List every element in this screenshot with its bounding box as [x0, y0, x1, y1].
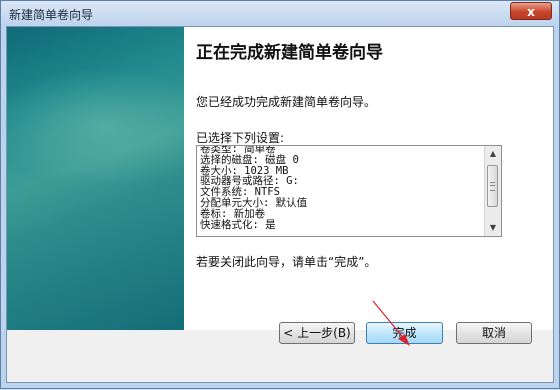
grip-icon	[490, 182, 495, 191]
close-instruction: 若要关闭此向导，请单击“完成”。	[196, 255, 377, 269]
wizard-content: 正在完成新建简单卷向导 您已经成功完成新建简单卷向导。 已选择下列设置: 卷类型…	[184, 27, 553, 330]
title-bar: 新建简单卷向导 x	[1, 1, 559, 25]
settings-label: 已选择下列设置:	[196, 131, 285, 145]
settings-line: 快速格式化: 是	[200, 218, 276, 231]
vertical-scrollbar[interactable]: ▲ ▼	[484, 146, 501, 236]
scroll-down-arrow-icon[interactable]: ▼	[485, 220, 501, 236]
settings-summary-box[interactable]: 卷类型: 简单卷 选择的磁盘: 磁盘 0 卷大小: 1023 MB 驱动器号或路…	[196, 145, 502, 237]
settings-line: 选择的磁盘: 磁盘 0	[200, 153, 299, 166]
close-button[interactable]: x	[510, 2, 552, 20]
page-title: 正在完成新建简单卷向导	[196, 43, 383, 63]
settings-list: 卷类型: 简单卷 选择的磁盘: 磁盘 0 卷大小: 1023 MB 驱动器号或路…	[200, 146, 480, 231]
wizard-side-banner	[0, 27, 217, 330]
scroll-thumb[interactable]	[487, 165, 498, 207]
success-message: 您已经成功完成新建简单卷向导。	[196, 95, 377, 109]
cancel-button[interactable]: 取消	[456, 322, 532, 344]
finish-button[interactable]: 完成	[366, 322, 443, 344]
scroll-up-arrow-icon[interactable]: ▲	[485, 146, 501, 162]
wizard-window: 新建简单卷向导 x 正在完成新建简单卷向导 您已经成功完成新建简单卷向导。 已选…	[0, 0, 560, 389]
settings-line: 卷标: 新加卷	[200, 207, 266, 220]
window-title: 新建简单卷向导	[9, 8, 94, 22]
back-button[interactable]: < 上一步(B)	[279, 322, 355, 344]
